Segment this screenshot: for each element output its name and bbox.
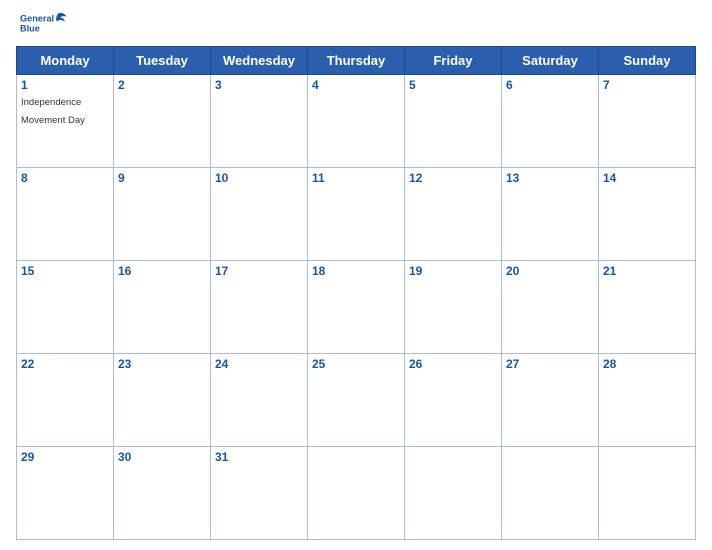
calendar-cell: 6 (502, 75, 599, 168)
calendar-container: General Blue MondayTuesdayWednesdayThurs… (0, 0, 712, 550)
calendar-cell: 21 (599, 261, 696, 354)
week-row-1: 1 Independence Movement Day 234567 (17, 75, 696, 168)
day-number: 21 (603, 264, 691, 278)
svg-text:Blue: Blue (20, 24, 40, 34)
general-blue-logo: General Blue (20, 10, 70, 40)
calendar-cell: 11 (308, 168, 405, 261)
day-number: 6 (506, 78, 594, 92)
col-header-saturday: Saturday (502, 47, 599, 75)
day-number: 9 (118, 171, 206, 185)
calendar-cell: 5 (405, 75, 502, 168)
calendar-cell: 30 (114, 447, 211, 540)
calendar-cell: 24 (211, 354, 308, 447)
calendar-cell: 14 (599, 168, 696, 261)
day-number: 26 (409, 357, 497, 371)
day-number: 10 (215, 171, 303, 185)
calendar-header: General Blue (16, 10, 696, 40)
calendar-cell: 23 (114, 354, 211, 447)
day-number: 13 (506, 171, 594, 185)
day-number: 25 (312, 357, 400, 371)
calendar-cell: 15 (17, 261, 114, 354)
day-number: 5 (409, 78, 497, 92)
day-number: 27 (506, 357, 594, 371)
col-header-sunday: Sunday (599, 47, 696, 75)
calendar-cell: 18 (308, 261, 405, 354)
col-header-tuesday: Tuesday (114, 47, 211, 75)
calendar-cell (308, 447, 405, 540)
col-header-monday: Monday (17, 47, 114, 75)
day-number: 14 (603, 171, 691, 185)
calendar-table: MondayTuesdayWednesdayThursdayFridaySatu… (16, 46, 696, 540)
calendar-cell (405, 447, 502, 540)
day-number: 2 (118, 78, 206, 92)
day-number: 15 (21, 264, 109, 278)
event-label: Independence Movement Day (21, 97, 85, 126)
day-number: 31 (215, 450, 303, 464)
calendar-cell: 28 (599, 354, 696, 447)
day-number: 17 (215, 264, 303, 278)
day-number: 11 (312, 171, 400, 185)
calendar-cell: 26 (405, 354, 502, 447)
calendar-cell: 12 (405, 168, 502, 261)
day-number: 19 (409, 264, 497, 278)
calendar-cell: 17 (211, 261, 308, 354)
day-number: 3 (215, 78, 303, 92)
day-number: 18 (312, 264, 400, 278)
col-header-wednesday: Wednesday (211, 47, 308, 75)
day-number: 24 (215, 357, 303, 371)
day-number: 16 (118, 264, 206, 278)
calendar-cell: 4 (308, 75, 405, 168)
week-row-4: 22 23 24 25 26 27 28 (17, 354, 696, 447)
calendar-cell: 3 (211, 75, 308, 168)
calendar-cell: 29 (17, 447, 114, 540)
day-number: 12 (409, 171, 497, 185)
day-number: 22 (21, 357, 109, 371)
day-number: 1 (21, 78, 109, 92)
calendar-cell: 2 (114, 75, 211, 168)
calendar-cell: 25 (308, 354, 405, 447)
day-headers-row: MondayTuesdayWednesdayThursdayFridaySatu… (17, 47, 696, 75)
calendar-cell: 16 (114, 261, 211, 354)
week-row-5: 29 30 31 (17, 447, 696, 540)
day-number: 28 (603, 357, 691, 371)
calendar-cell: 7 (599, 75, 696, 168)
calendar-cell: 27 (502, 354, 599, 447)
day-number: 23 (118, 357, 206, 371)
logo-area: General Blue (20, 10, 70, 40)
svg-text:General: General (20, 14, 54, 24)
day-number: 4 (312, 78, 400, 92)
calendar-cell (599, 447, 696, 540)
day-number: 29 (21, 450, 109, 464)
col-header-thursday: Thursday (308, 47, 405, 75)
day-number: 20 (506, 264, 594, 278)
calendar-cell: 9 (114, 168, 211, 261)
calendar-cell: 22 (17, 354, 114, 447)
calendar-cell (502, 447, 599, 540)
day-number: 30 (118, 450, 206, 464)
day-number: 8 (21, 171, 109, 185)
calendar-cell: 20 (502, 261, 599, 354)
calendar-cell: 31 (211, 447, 308, 540)
calendar-cell: 19 (405, 261, 502, 354)
calendar-cell: 1 Independence Movement Day (17, 75, 114, 168)
week-row-2: 89 10 11 12 13 14 (17, 168, 696, 261)
week-row-3: 15 16 17 18 19 20 21 (17, 261, 696, 354)
calendar-cell: 8 (17, 168, 114, 261)
calendar-cell: 13 (502, 168, 599, 261)
day-number: 7 (603, 78, 691, 92)
calendar-cell: 10 (211, 168, 308, 261)
col-header-friday: Friday (405, 47, 502, 75)
